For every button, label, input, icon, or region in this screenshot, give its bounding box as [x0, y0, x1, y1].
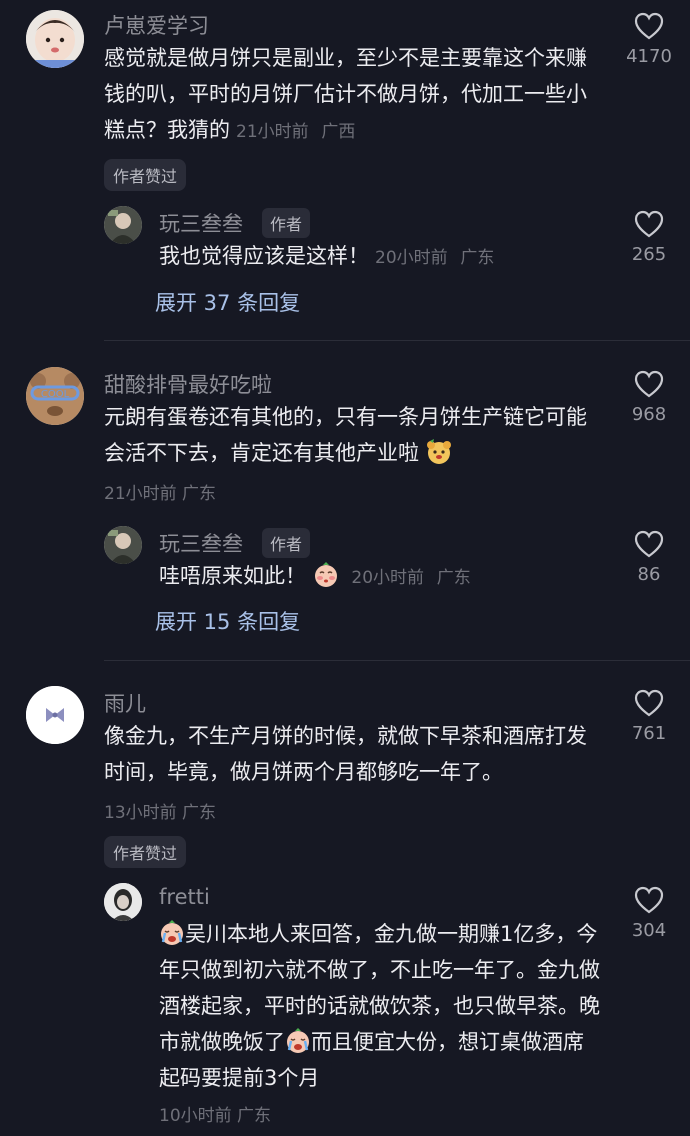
reply-text: 哇唔原来如此！	[159, 564, 306, 588]
comment-username[interactable]: 雨儿	[104, 688, 146, 718]
bear-face-emoji-icon	[426, 439, 451, 464]
comment-username[interactable]: 甜酸排骨最好吃啦	[104, 369, 272, 399]
reply-time: 20小时前	[375, 248, 448, 268]
like-count: 86	[637, 564, 661, 585]
expand-replies-button[interactable]: 展开 15 条回复	[155, 606, 300, 636]
comment-time: 13小时前	[104, 803, 177, 823]
reply-location: 广东	[436, 568, 471, 588]
blush-face-emoji-icon	[314, 562, 337, 587]
comment-location: 广西	[321, 122, 356, 142]
divider	[104, 660, 690, 661]
reply-time: 20小时前	[351, 568, 425, 588]
like-button[interactable]: 968	[614, 370, 684, 425]
svg-text:COOL: COOL	[41, 389, 70, 400]
reply-text-block: 我也觉得应该是这样！ 20小时前 广东	[159, 238, 589, 276]
reply-avatar[interactable]	[104, 526, 142, 564]
like-count: 968	[631, 404, 667, 425]
comment-meta: 13小时前 广东	[104, 798, 216, 823]
comment-meta: 21小时前 广东	[104, 479, 216, 504]
comment-text-block: 元朗有蛋卷还有其他的，只有一条月饼生产链它可能会活不下去，肯定还有其他产业啦	[104, 399, 594, 471]
like-button[interactable]: 4170	[614, 12, 684, 67]
reply-text: 我也觉得应该是这样！	[159, 244, 369, 268]
reply-avatar[interactable]	[104, 206, 142, 244]
heart-outline-icon	[634, 210, 664, 238]
comment-username[interactable]: 卢崽爱学习	[104, 10, 209, 40]
author-liked-badge: 作者赞过	[104, 159, 187, 191]
like-count: 304	[631, 920, 667, 941]
comment-text: 元朗有蛋卷还有其他的，只有一条月饼生产链它可能会活不下去，肯定还有其他产业啦	[104, 405, 587, 465]
like-button[interactable]: 304	[614, 886, 684, 941]
expand-replies-button[interactable]: 展开 37 条回复	[155, 287, 300, 317]
comment-list: 卢崽爱学习 感觉就是做月饼只是副业，至少不是主要靠这个来赚钱的叭，平时的月饼厂估…	[0, 0, 690, 1136]
like-button[interactable]: 86	[614, 530, 684, 585]
author-tag: 作者	[262, 528, 311, 558]
heart-outline-icon	[634, 370, 664, 398]
comment-time: 21小时前	[104, 484, 177, 504]
reply-location: 广东	[460, 248, 495, 268]
comment-text: 像金九，不生产月饼的时候，就做下早茶和酒席打发时间，毕竟，做月饼两个月都够吃一年…	[104, 724, 587, 784]
reply-username[interactable]: 玩三叁叁	[159, 528, 243, 558]
reply-text-block: 吴川本地人来回答，金九做一期赚1亿多，今年只做到初六就不做了，不止吃一年了。金九…	[159, 916, 603, 1096]
reply-username[interactable]: fretti	[159, 885, 210, 909]
like-count: 4170	[626, 46, 672, 67]
avatar[interactable]: COOL	[26, 367, 84, 425]
reply-time: 10小时前	[159, 1106, 232, 1126]
author-tag: 作者	[262, 208, 311, 238]
avatar[interactable]	[26, 686, 84, 744]
divider	[104, 340, 690, 341]
comment-text-block: 感觉就是做月饼只是副业，至少不是主要靠这个来赚钱的叭，平时的月饼厂估计不做月饼，…	[104, 40, 594, 150]
like-count: 265	[631, 244, 667, 265]
reply-location: 广东	[237, 1106, 272, 1126]
reply-username[interactable]: 玩三叁叁	[159, 208, 243, 238]
comment-location: 广东	[182, 803, 217, 823]
heart-outline-icon	[634, 530, 664, 558]
comment-location: 广东	[182, 484, 217, 504]
crying-face-emoji-icon	[287, 1028, 309, 1053]
comment-time: 21小时前	[236, 122, 309, 142]
reply-meta: 10小时前 广东	[159, 1101, 271, 1126]
heart-outline-icon	[634, 886, 664, 914]
heart-outline-icon	[634, 12, 664, 40]
crying-face-emoji-icon	[161, 920, 183, 945]
like-button[interactable]: 761	[614, 689, 684, 744]
author-liked-badge: 作者赞过	[104, 836, 187, 868]
reply-avatar[interactable]	[104, 883, 142, 921]
reply-text-block: 哇唔原来如此！ 20小时前 广东	[159, 558, 589, 596]
comment-text-block: 像金九，不生产月饼的时候，就做下早茶和酒席打发时间，毕竟，做月饼两个月都够吃一年…	[104, 718, 594, 790]
heart-outline-icon	[634, 689, 664, 717]
like-button[interactable]: 265	[614, 210, 684, 265]
like-count: 761	[631, 723, 667, 744]
avatar[interactable]	[26, 10, 84, 68]
